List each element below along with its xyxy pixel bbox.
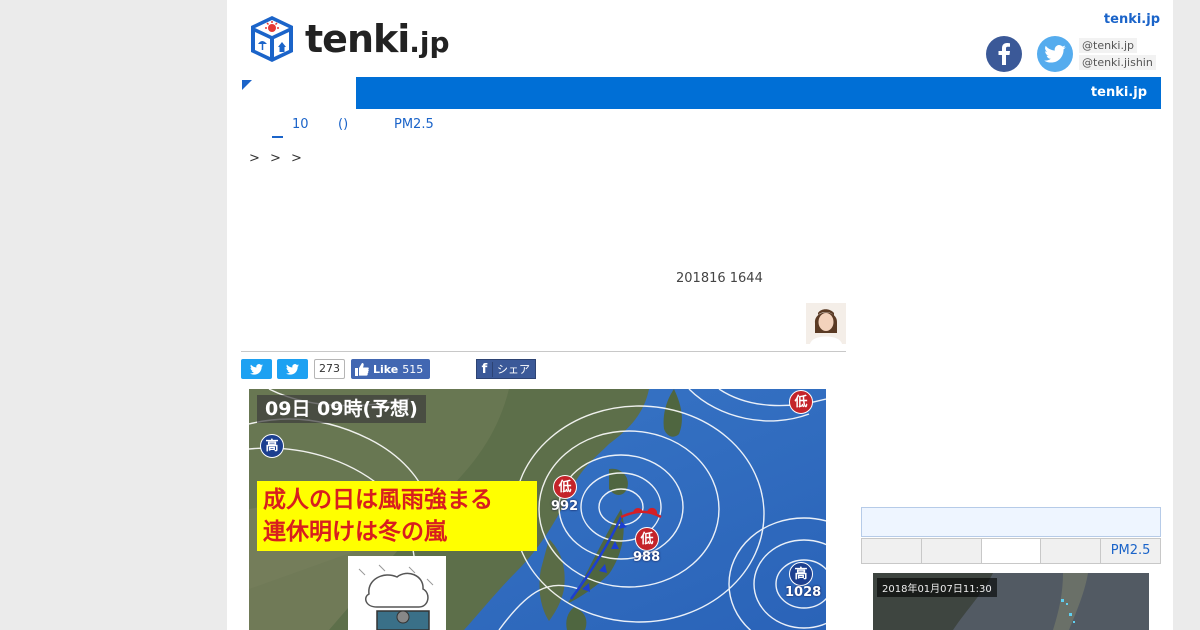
map-forecast-time: 09日 09時(予想) xyxy=(257,395,426,423)
weather-chart-image[interactable]: 09日 09時(予想) 成人の日は風雨強まる 連休明けは冬の嵐 低 992 低 … xyxy=(249,389,826,630)
subnav-item-pm25[interactable]: PM2.5 xyxy=(394,117,434,132)
headline-line-2: 連休明けは冬の嵐 xyxy=(263,519,447,545)
sidebar-tab-1[interactable] xyxy=(862,539,922,563)
pressure-value: 988 xyxy=(633,550,661,565)
article-date: 201816 1644 xyxy=(676,271,763,286)
subnav-item-parentheses[interactable]: () xyxy=(338,117,348,132)
like-label: Like xyxy=(373,362,399,376)
map-headline: 成人の日は風雨強まる 連休明けは冬の嵐 xyxy=(257,481,537,551)
sidebar-header-box xyxy=(861,507,1161,537)
facebook-share-button[interactable]: f シェア xyxy=(476,359,536,379)
subnav-item-10[interactable]: 10 xyxy=(292,117,309,132)
twitter-link[interactable] xyxy=(1037,36,1073,72)
author-avatar[interactable] xyxy=(806,303,846,344)
twitter-handle-jishin[interactable]: @tenki.jishin xyxy=(1079,55,1156,70)
sidebar-tab-2[interactable] xyxy=(921,539,982,563)
twitter-bird-icon xyxy=(250,363,263,375)
high-pressure-badge: 高 xyxy=(260,434,284,458)
headline-line-1: 成人の日は風雨強まる xyxy=(263,487,493,513)
radar-timestamp: 2018年01月07日11:30 xyxy=(877,578,997,597)
facebook-like-button[interactable]: Like 515 xyxy=(351,359,430,379)
low-pressure-badge: 低 xyxy=(553,475,577,499)
pressure-value: 992 xyxy=(551,499,579,514)
sidebar-tab-3[interactable] xyxy=(981,539,1042,563)
facebook-link[interactable] xyxy=(986,36,1022,72)
tweet-button[interactable] xyxy=(241,359,272,379)
top-link[interactable]: tenki.jp xyxy=(1104,12,1160,27)
logo-wordmark: tenki.jp xyxy=(305,17,450,61)
twitter-bird-icon xyxy=(286,363,299,375)
thumbs-up-icon xyxy=(355,362,369,376)
page-container: tenki.jp tenki.jp @tenki.jp @tenki.jishi… xyxy=(227,0,1173,630)
nav-title[interactable]: tenki.jp xyxy=(1091,85,1147,100)
tweet-count-button[interactable] xyxy=(277,359,308,379)
facebook-f-icon: f xyxy=(477,361,493,377)
like-count: 515 xyxy=(402,362,424,376)
facebook-icon xyxy=(998,43,1010,65)
high-pressure-badge: 高 xyxy=(789,562,813,586)
sidebar-tabs: PM2.5 xyxy=(861,538,1161,564)
author-photo-icon xyxy=(806,303,846,344)
site-logo[interactable]: tenki.jp xyxy=(249,13,459,65)
twitter-handle-main[interactable]: @tenki.jp xyxy=(1079,38,1138,53)
main-nav-bar: tenki.jp xyxy=(356,77,1161,109)
low-pressure-badge: 低 xyxy=(789,390,813,414)
twitter-bird-icon xyxy=(1044,45,1066,63)
low-pressure-badge: 低 xyxy=(635,527,659,551)
radar-map[interactable]: 2018年01月07日11:30 xyxy=(873,573,1149,630)
sidebar-tab-pm25[interactable]: PM2.5 xyxy=(1101,539,1160,563)
subnav-active-indicator xyxy=(272,136,283,138)
pressure-value: 1028 xyxy=(785,585,822,600)
share-label: シェア xyxy=(497,363,530,376)
sidebar-tab-4[interactable] xyxy=(1041,539,1102,563)
nav-corner-triangle xyxy=(242,80,252,90)
tweet-count-bubble: 273 xyxy=(314,359,345,379)
article-divider xyxy=(241,351,846,352)
tenki-logo-icon xyxy=(251,16,293,62)
breadcrumb: > > > xyxy=(249,151,305,166)
